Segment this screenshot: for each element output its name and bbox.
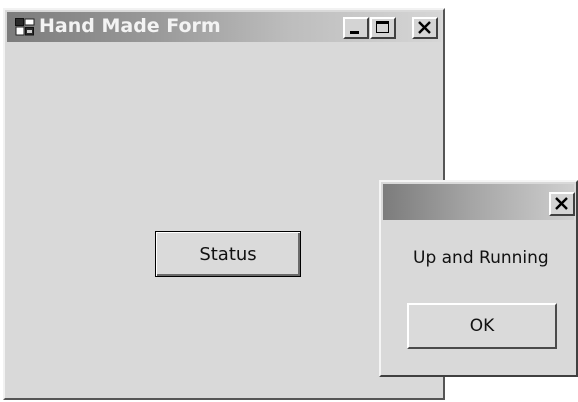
status-button[interactable]: Status xyxy=(155,231,301,277)
close-icon xyxy=(555,197,568,210)
maximize-button[interactable] xyxy=(370,17,396,39)
message-box-titlebar[interactable] xyxy=(383,184,575,220)
close-button[interactable] xyxy=(412,17,438,39)
message-box-dialog: Up and Running OK xyxy=(379,180,578,377)
window-title: Hand Made Form xyxy=(39,15,221,37)
close-icon xyxy=(418,21,431,34)
message-box-close-button[interactable] xyxy=(549,192,575,216)
minimize-button[interactable] xyxy=(343,17,369,39)
minimize-icon xyxy=(350,31,359,34)
message-text: Up and Running xyxy=(413,248,549,268)
ok-button[interactable]: OK xyxy=(407,303,557,349)
app-window-icon[interactable] xyxy=(15,18,35,36)
maximize-icon xyxy=(376,21,389,33)
main-titlebar[interactable]: Hand Made Form xyxy=(7,12,441,42)
